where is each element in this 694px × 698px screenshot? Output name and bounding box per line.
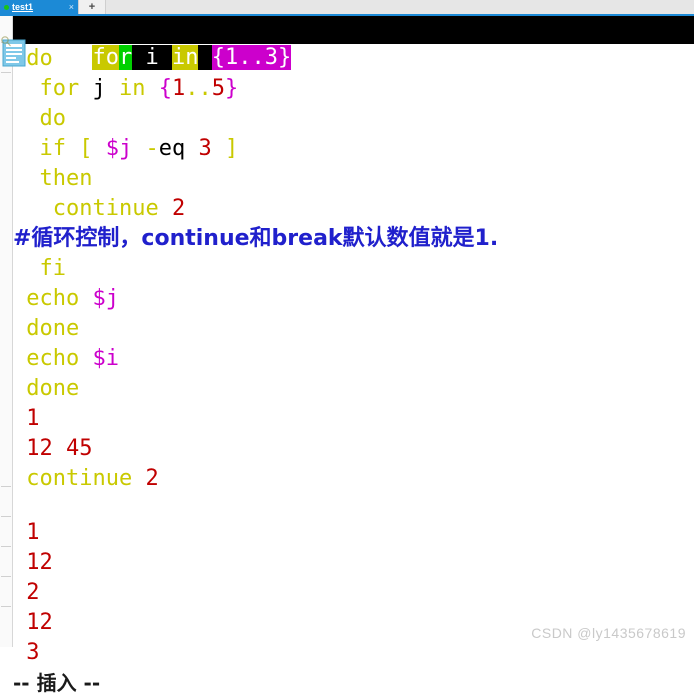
- close-icon[interactable]: ×: [69, 0, 74, 14]
- tab-modified-dot-icon: [4, 4, 9, 10]
- terminal-line-l-for-j: for j in {1..5}: [39, 76, 239, 101]
- watermark: CSDN @ly1435678619: [531, 625, 686, 641]
- terminal-screen[interactable]: for i in {1..3} do for j in {1..5} do if…: [13, 16, 694, 695]
- tab-label: test1: [12, 2, 34, 12]
- tab-bar: test1 × +: [0, 0, 694, 16]
- tab-bar-empty-space: [106, 0, 694, 14]
- terminal-line-l-out-4: 2: [26, 580, 40, 605]
- cursor-seg-3: in: [171, 45, 199, 70]
- new-tab-button[interactable]: +: [78, 0, 106, 14]
- terminal-line-l-fi: fi: [39, 256, 67, 281]
- vim-status-line: -- 插入 --: [13, 671, 101, 695]
- search-icon: [0, 34, 12, 48]
- terminal-line-l-comment: #循环控制，continue和break默认数值就是1.: [13, 226, 499, 251]
- terminal-line-l-then: then: [39, 166, 93, 191]
- terminal-line-l-out-6: 3: [26, 640, 40, 665]
- terminal-line-l-out-1: 1: [26, 406, 40, 431]
- cursor-seg-5: {: [211, 45, 225, 70]
- terminal-line-l-blank-1: [13, 494, 694, 518]
- terminal-line-l-out-3: 12: [26, 550, 53, 575]
- terminal-lines: do for j in {1..5} do if [ $j -eq 3 ] th…: [13, 44, 694, 668]
- terminal-line-l-done-1: done: [26, 316, 80, 341]
- terminal-line-l-out-2: 1: [26, 520, 40, 545]
- cursor-seg-1: r: [118, 45, 133, 70]
- cursor-seg-2: i: [132, 45, 172, 70]
- left-gutter: [0, 16, 13, 647]
- terminal-line-l-do-2: do: [39, 106, 67, 131]
- cursor-seg-7: }: [277, 45, 292, 70]
- terminal-line-l-echo-j: echo $j: [26, 286, 119, 311]
- cursor-seg-0: fo: [92, 45, 119, 70]
- terminal-line-l-if: if [ $j -eq 3 ]: [39, 136, 239, 161]
- terminal-line-l-continue: continue 2: [52, 196, 186, 221]
- tab-test1[interactable]: test1 ×: [0, 0, 78, 14]
- terminal-line-l-out-cont2: continue 2: [26, 466, 159, 491]
- terminal-line-l-out-1245: 12 45: [26, 436, 93, 461]
- cursor-seg-6: 1..3: [224, 45, 278, 70]
- terminal-body[interactable]: for i in {1..3} do for j in {1..5} do if…: [0, 16, 694, 695]
- terminal-cursor-line: for i in {1..3}: [13, 16, 694, 70]
- cursor-seg-4: [198, 45, 212, 70]
- terminal-line-l-done-2: done: [26, 376, 80, 401]
- terminal-line-l-echo-i: echo $i: [26, 346, 119, 371]
